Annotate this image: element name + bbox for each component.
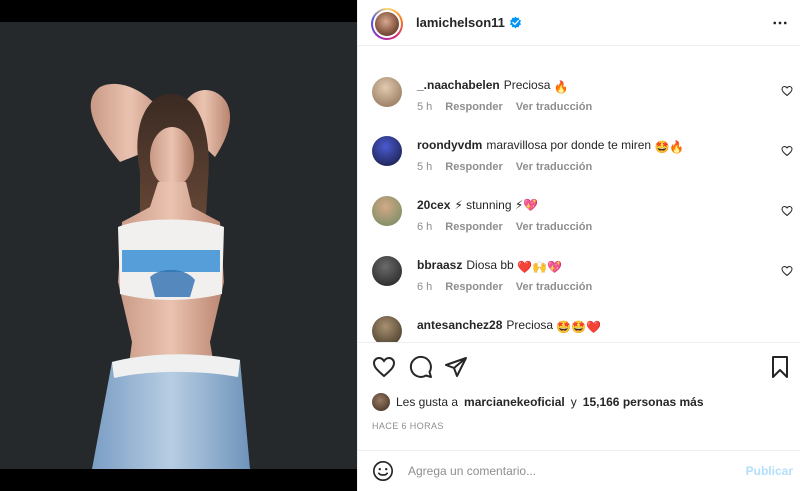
comment-like-icon[interactable]: [781, 85, 793, 97]
comment-time[interactable]: 6 h: [417, 281, 432, 293]
author-username[interactable]: lamichelson11: [416, 15, 505, 30]
comment-time[interactable]: 5 h: [417, 101, 432, 113]
comment-text: ⚡ stunning ⚡💖: [454, 198, 539, 212]
author-avatar[interactable]: [371, 8, 403, 40]
comment-like-icon[interactable]: [781, 145, 793, 157]
comment-like-icon[interactable]: [781, 205, 793, 217]
commenter-avatar[interactable]: [372, 77, 402, 107]
commenter-avatar[interactable]: [372, 136, 402, 166]
publish-button[interactable]: Publicar: [746, 464, 793, 478]
reply-button[interactable]: Responder: [445, 161, 502, 173]
comment-meta: 6 h Responder Ver traducción: [417, 281, 592, 293]
heart-icon[interactable]: [372, 355, 396, 379]
comment-input[interactable]: [408, 461, 728, 481]
commenter-avatar[interactable]: [372, 316, 402, 342]
reply-button[interactable]: Responder: [445, 101, 502, 113]
commenter-avatar[interactable]: [372, 196, 402, 226]
commenter-avatar[interactable]: [372, 256, 402, 286]
likes-user[interactable]: marcianekeoficial: [464, 395, 565, 409]
comment-item: _.naachabelen Preciosa 🔥 5 h Responder Ve…: [358, 75, 800, 131]
translate-button[interactable]: Ver traducción: [516, 161, 592, 173]
commenter-username[interactable]: antesanchez28: [417, 318, 502, 332]
likes-summary[interactable]: Les gusta a marcianekeoficial y 15,166 p…: [372, 391, 704, 413]
likes-conj: y: [570, 395, 577, 409]
share-icon[interactable]: [444, 355, 468, 379]
comment-item: antesanchez28 Preciosa 🤩🤩❤️: [358, 314, 800, 342]
comment-time[interactable]: 6 h: [417, 221, 432, 233]
verified-badge-icon: [509, 16, 521, 29]
post-media[interactable]: [0, 0, 357, 491]
comment-emojis: ❤️🙌💖: [517, 260, 562, 274]
comment-item: bbraasz Diosa bb ❤️🙌💖 6 h Responder Ver t…: [358, 254, 800, 310]
comment-text: Preciosa: [503, 78, 551, 92]
comment-body: antesanchez28 Preciosa 🤩🤩❤️: [417, 317, 601, 335]
comment-icon[interactable]: [409, 355, 433, 379]
comment-body: _.naachabelen Preciosa 🔥: [417, 77, 569, 95]
translate-button[interactable]: Ver traducción: [516, 101, 592, 113]
comment-meta: 5 h Responder Ver traducción: [417, 161, 592, 173]
post-header: lamichelson11: [358, 0, 800, 46]
comment-meta: 6 h Responder Ver traducción: [417, 221, 592, 233]
author-username-row[interactable]: lamichelson11: [416, 15, 522, 30]
comment-text: maravillosa por donde te miren: [486, 138, 652, 152]
post-photo[interactable]: [0, 22, 357, 469]
comment-meta: 5 h Responder Ver traducción: [417, 101, 592, 113]
comment-item: roondyvdm maravillosa por donde te miren …: [358, 134, 800, 190]
comment-text: Preciosa: [506, 318, 554, 332]
comment-like-icon[interactable]: [781, 265, 793, 277]
action-bar: [358, 342, 800, 390]
translate-button[interactable]: Ver traducción: [516, 221, 592, 233]
comment-composer: Publicar: [358, 450, 800, 491]
commenter-username[interactable]: 20cex: [417, 198, 450, 212]
more-options-icon[interactable]: [771, 14, 789, 32]
reply-button[interactable]: Responder: [445, 221, 502, 233]
comment-time[interactable]: 5 h: [417, 161, 432, 173]
likes-count[interactable]: 15,166 personas más: [583, 395, 704, 409]
comment-emojis: 🔥: [553, 80, 569, 94]
comment-body: roondyvdm maravillosa por donde te miren …: [417, 137, 684, 155]
comment-body: 20cex ⚡ stunning ⚡💖: [417, 197, 538, 213]
likes-prefix: Les gusta a: [396, 395, 459, 409]
liker-avatar[interactable]: [372, 393, 390, 411]
comment-item: 20cex ⚡ stunning ⚡💖 6 h Responder Ver tra…: [358, 194, 800, 250]
post-sidebar: lamichelson11 _.naachabelen Preciosa 🔥 5 …: [357, 0, 800, 491]
comment-body: bbraasz Diosa bb ❤️🙌💖: [417, 257, 562, 275]
post-timestamp[interactable]: HACE 6 HORAS: [372, 421, 444, 431]
comment-emojis: 🤩🤩❤️: [556, 320, 602, 334]
commenter-username[interactable]: roondyvdm: [417, 138, 482, 152]
comments-list[interactable]: _.naachabelen Preciosa 🔥 5 h Responder Ve…: [358, 46, 800, 342]
emoji-icon[interactable]: [372, 460, 394, 482]
comment-emojis: 🤩🔥: [654, 140, 685, 154]
commenter-username[interactable]: bbraasz: [417, 258, 462, 272]
reply-button[interactable]: Responder: [445, 281, 502, 293]
comment-text: Diosa bb: [466, 258, 514, 272]
commenter-username[interactable]: _.naachabelen: [417, 78, 500, 92]
bookmark-icon[interactable]: [768, 355, 792, 379]
translate-button[interactable]: Ver traducción: [516, 281, 592, 293]
